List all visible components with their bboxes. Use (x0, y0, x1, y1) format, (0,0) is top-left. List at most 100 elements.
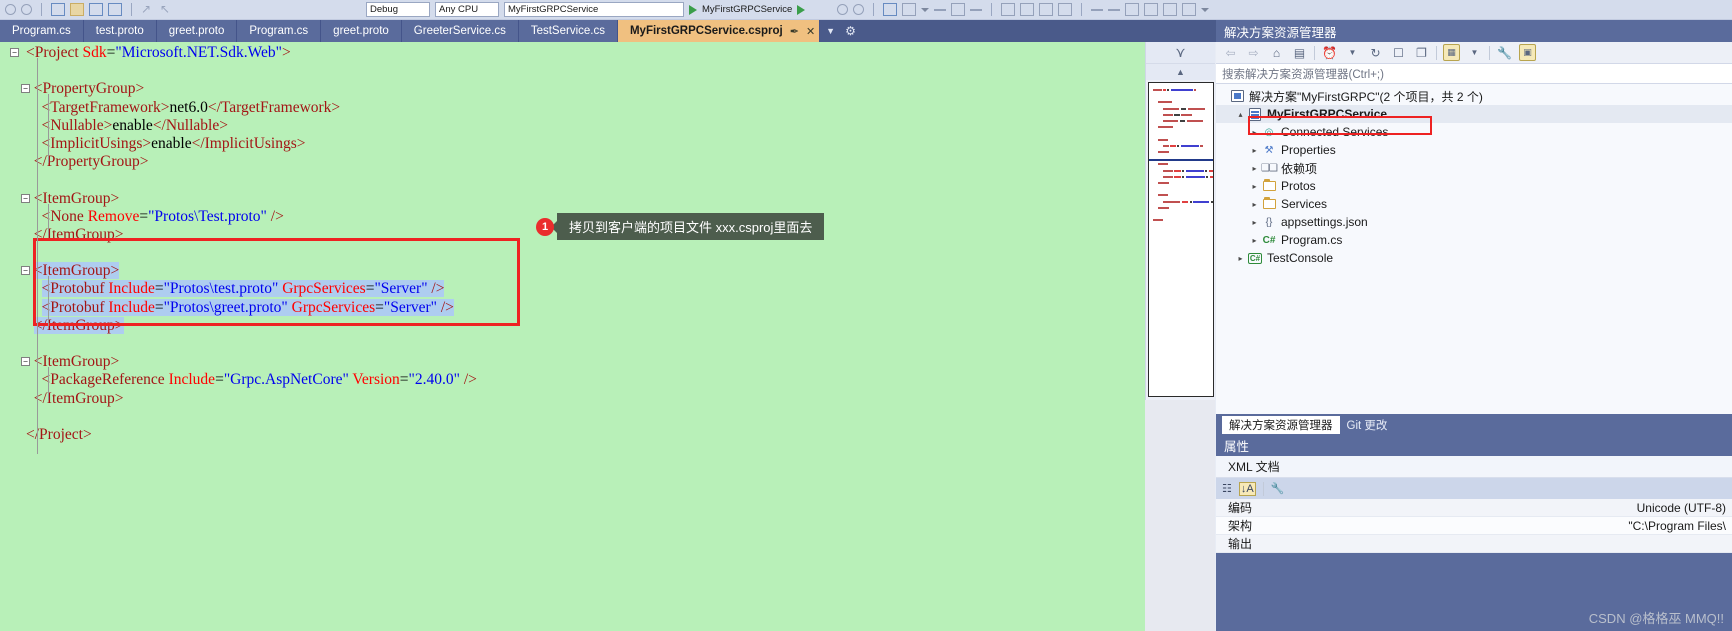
toggle-bookmark-icon[interactable] (1020, 3, 1035, 16)
save-all-icon[interactable] (108, 3, 122, 16)
editor-code-area[interactable]: <Project Sdk="Microsoft.NET.Sdk.Web"> <P… (26, 44, 477, 444)
code-line[interactable]: <Project Sdk="Microsoft.NET.Sdk.Web"> (26, 44, 477, 62)
prev-bookmark-icon[interactable] (1039, 3, 1054, 16)
output-window-icon[interactable] (1182, 3, 1197, 16)
document-tab[interactable]: MyFirstGRPCService.csproj ✒ ✕ (617, 20, 821, 42)
property-value[interactable]: Unicode (UTF-8) (1336, 501, 1732, 515)
expand-chevron-icon[interactable]: ▸ (1248, 164, 1261, 173)
code-line[interactable]: <ItemGroup> (26, 353, 477, 371)
forward-icon[interactable]: ⇨ (1245, 44, 1262, 61)
run-target-label[interactable]: MyFirstGRPCService (702, 4, 792, 15)
solution-root-node[interactable]: 解决方案"MyFirstGRPC"(2 个项目，共 2 个) (1216, 87, 1732, 105)
start-debug-icon[interactable] (689, 4, 697, 15)
code-line[interactable]: <PackageReference Include="Grpc.AspNetCo… (26, 371, 477, 389)
categorized-icon[interactable]: ☷ (1222, 482, 1232, 495)
code-line[interactable] (26, 244, 477, 262)
property-pages-icon[interactable]: 🔧 (1271, 482, 1285, 495)
code-line[interactable]: </PropertyGroup> (26, 153, 477, 171)
expand-chevron-icon[interactable]: ▸ (1248, 182, 1261, 191)
restart-icon[interactable] (853, 4, 865, 15)
expand-chevron-icon[interactable]: ▸ (1248, 200, 1261, 209)
new-item-icon[interactable] (51, 3, 65, 16)
code-line[interactable] (26, 62, 477, 80)
split-view-icon[interactable]: ⋎ (1146, 42, 1215, 64)
code-line[interactable]: </Project> (26, 426, 477, 444)
expand-chevron-icon[interactable]: ▸ (1248, 218, 1261, 227)
back-icon[interactable]: ⇦ (1222, 44, 1239, 61)
scroll-up-icon[interactable]: ▲ (1146, 64, 1215, 80)
tree-item-protos[interactable]: ▸ Protos (1216, 177, 1732, 195)
start-without-debug-icon[interactable] (797, 4, 806, 15)
solution-explorer-tree[interactable]: 解决方案"MyFirstGRPC"(2 个项目，共 2 个) ▴ MyFirstG… (1216, 84, 1732, 414)
uncomment-icon[interactable] (951, 3, 966, 16)
fold-toggle-icon[interactable]: − (21, 193, 30, 203)
property-row[interactable]: 编码 Unicode (UTF-8) (1216, 499, 1732, 517)
expand-chevron-icon[interactable]: ▸ (1234, 254, 1247, 263)
step-into-icon[interactable] (883, 3, 898, 16)
code-line[interactable]: </ItemGroup> (26, 226, 477, 244)
tree-item-[interactable]: ▸ ❑❑ 依赖项 (1216, 159, 1732, 177)
fold-toggle-icon[interactable]: − (21, 266, 30, 276)
code-line[interactable]: <Protobuf Include="Protos\test.proto" Gr… (26, 280, 477, 298)
code-line[interactable]: </ItemGroup> (26, 390, 477, 408)
bookmark-window-icon[interactable] (1125, 3, 1140, 16)
refresh-icon[interactable]: ↻ (1367, 44, 1384, 61)
hot-reload-icon[interactable] (902, 3, 917, 16)
tree-item-appsettings-json[interactable]: ▸ {} appsettings.json (1216, 213, 1732, 231)
debug-config-dropdown[interactable]: Debug (366, 2, 430, 17)
nav-back-icon[interactable]: ↗ (141, 3, 155, 16)
tree-item-myfirstgrpcservice[interactable]: ▴ MyFirstGRPCService (1216, 105, 1732, 123)
fold-toggle-icon[interactable]: − (21, 357, 30, 367)
code-line[interactable]: <None Remove="Protos\Test.proto" /> (26, 208, 477, 226)
tree-item-services[interactable]: ▸ Services (1216, 195, 1732, 213)
tab-overflow-chevron-down-icon[interactable]: ▼ (820, 20, 841, 42)
document-tab[interactable]: GreeterService.cs (401, 20, 519, 42)
code-line[interactable]: <Nullable>enable</Nullable> (26, 117, 477, 135)
solution-explorer-search-input[interactable]: 搜索解决方案资源管理器(Ctrl+;) (1216, 64, 1732, 84)
replace-icon[interactable] (1108, 8, 1121, 11)
tree-item-properties[interactable]: ▸ ⚒ Properties (1216, 141, 1732, 159)
code-line[interactable] (26, 171, 477, 189)
toolbar-overflow-icon[interactable] (1201, 7, 1210, 12)
error-list-icon[interactable] (1163, 3, 1178, 16)
dock-tab-solution-explorer[interactable]: 解决方案资源管理器 (1222, 416, 1340, 434)
collapse-chevron-icon[interactable]: ▴ (1234, 110, 1247, 119)
platform-dropdown[interactable]: Any CPU (435, 2, 499, 17)
show-all-files-icon[interactable]: ❐ (1413, 44, 1430, 61)
expand-chevron-icon[interactable]: ▸ (1248, 146, 1261, 155)
fold-toggle-icon[interactable]: − (21, 84, 30, 94)
pin-tab-icon[interactable]: ✒ (790, 25, 799, 38)
undo-icon[interactable] (5, 4, 16, 15)
code-line[interactable]: <ItemGroup> (26, 262, 477, 280)
save-icon[interactable] (89, 3, 103, 16)
code-line[interactable]: <ItemGroup> (26, 190, 477, 208)
startup-project-dropdown[interactable]: MyFirstGRPCService (504, 2, 684, 17)
chevron-down-icon[interactable] (921, 7, 930, 12)
document-tab[interactable]: TestService.cs (518, 20, 618, 42)
code-line[interactable] (26, 408, 477, 426)
fold-toggle-icon[interactable]: − (10, 48, 19, 57)
home-icon[interactable]: ⌂ (1268, 44, 1285, 61)
code-line[interactable] (26, 335, 477, 353)
outdent-icon[interactable] (1001, 3, 1016, 16)
document-tab[interactable]: greet.proto (321, 20, 402, 42)
alphabetical-icon[interactable]: ↓A (1238, 481, 1256, 496)
expand-chevron-icon[interactable]: ▸ (1248, 128, 1261, 137)
close-icon[interactable]: ✕ (806, 25, 815, 38)
code-line[interactable]: <Protobuf Include="Protos\greet.proto" G… (26, 298, 477, 317)
redo-icon[interactable] (21, 4, 32, 15)
open-folder-icon[interactable] (70, 3, 84, 16)
tree-item-testconsole[interactable]: ▸ C# TestConsole (1216, 249, 1732, 267)
document-tab[interactable]: greet.proto (156, 20, 238, 42)
chevron-down-icon[interactable]: ▼ (1466, 44, 1483, 61)
properties-window-icon[interactable]: ▦ (1443, 44, 1460, 61)
next-bookmark-icon[interactable] (1058, 3, 1073, 16)
code-line[interactable]: <ImplicitUsings>enable</ImplicitUsings> (26, 135, 477, 153)
tree-item-program-cs[interactable]: ▸ C# Program.cs (1216, 231, 1732, 249)
preview-selected-items-icon[interactable]: ▣ (1519, 44, 1536, 61)
gear-icon[interactable]: ⚙ (841, 20, 860, 42)
document-tab[interactable]: Program.cs (0, 20, 84, 42)
document-tab[interactable]: test.proto (83, 20, 157, 42)
code-editor[interactable]: <Project Sdk="Microsoft.NET.Sdk.Web"> <P… (0, 42, 1145, 631)
wrench-icon[interactable]: 🔧 (1496, 44, 1513, 61)
